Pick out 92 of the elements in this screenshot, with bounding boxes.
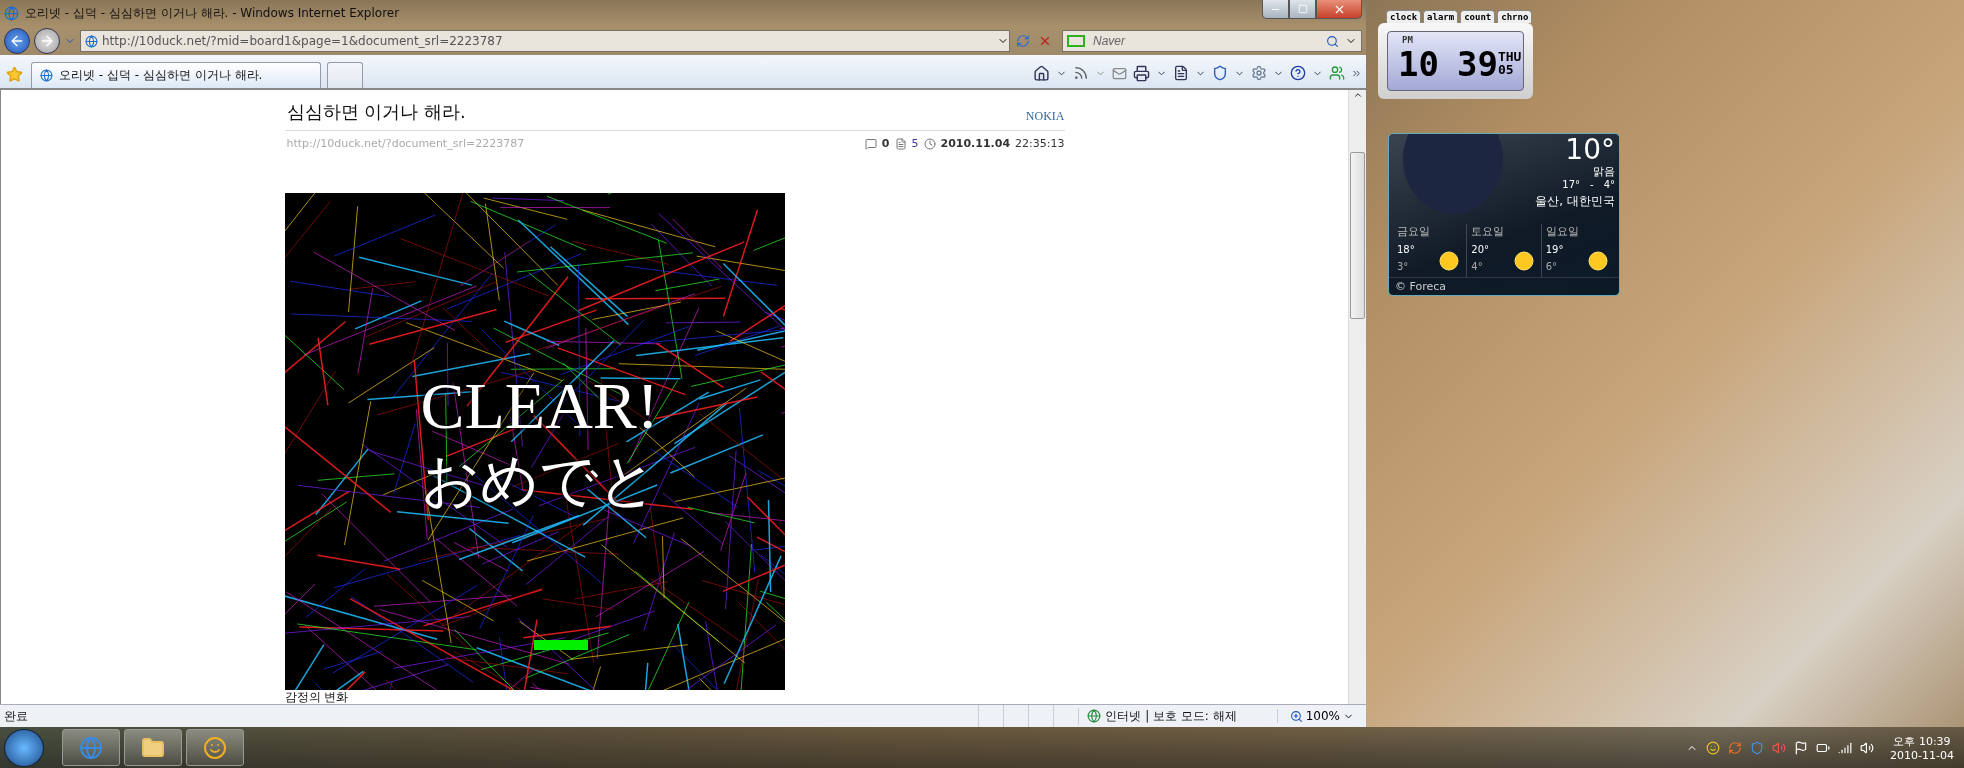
window-title: 오리넷 - 십덕 - 심심하면 이거나 해라. - Windows Internet Explorer (25, 5, 401, 22)
weather-condition: 맑음 (1593, 164, 1615, 179)
forecast-low: 6° (1545, 260, 1559, 274)
taskbar-app-button[interactable] (186, 729, 244, 766)
mail-icon[interactable] (1112, 65, 1127, 81)
clock-tab[interactable]: clock (1386, 10, 1422, 23)
volume-icon[interactable] (1860, 740, 1875, 755)
search-provider-icon (1067, 35, 1085, 47)
scrollbar[interactable] (1348, 90, 1366, 704)
taskbar-app-button[interactable] (124, 729, 182, 766)
caption: 감정의 변화 (284, 690, 350, 704)
forecast-low: 3° (1397, 260, 1410, 274)
home-icon[interactable] (1033, 64, 1050, 82)
signal-icon[interactable] (1838, 740, 1853, 755)
status-text: 완료 (3, 707, 29, 725)
range-separator: - (1590, 179, 1594, 190)
security-zone[interactable]: 인터넷 | 보호 모드: 해제 (1078, 707, 1277, 725)
back-button[interactable] (4, 28, 30, 54)
star-icon (6, 65, 23, 83)
shield-icon[interactable] (1750, 740, 1765, 755)
current-temperature: 10° (1565, 136, 1615, 164)
settings-icon[interactable] (1251, 65, 1267, 81)
browser-icon (79, 735, 103, 760)
browser-logo-icon (4, 6, 19, 21)
author-link[interactable]: NOKIA (1025, 109, 1065, 124)
restore-icon (1297, 4, 1308, 14)
flag-icon[interactable] (1794, 740, 1809, 755)
search-icon[interactable] (1326, 34, 1339, 48)
address-field[interactable]: http://10duck.net/?mid=board1&page=1&document_srl=2223787 (80, 30, 1010, 52)
page-icon (85, 34, 98, 48)
scroll-up-icon[interactable] (1352, 90, 1363, 100)
post-title: 심심하면 이거나 해라. (286, 100, 466, 124)
weather-credit: © Foreca (1389, 277, 1619, 295)
close-button[interactable] (1316, 0, 1362, 19)
zoom-icon (1289, 709, 1303, 723)
speaker-icon[interactable] (1772, 740, 1787, 755)
forecast-day: 일요일 (1545, 224, 1611, 245)
stop-icon (1038, 34, 1052, 48)
sun-icon (1587, 249, 1609, 272)
taskbar-app-button[interactable] (62, 729, 120, 766)
folder-icon (141, 735, 165, 760)
sun-icon (1438, 249, 1461, 272)
forecast-high: 20° (1471, 244, 1491, 258)
clock-tab[interactable]: alarm (1423, 10, 1459, 23)
weather-location: 울산, 대한민국 (1535, 193, 1615, 210)
sun-icon (1512, 249, 1535, 272)
forecast-high: 18° (1397, 244, 1416, 258)
scroll-thumb[interactable] (1350, 152, 1365, 319)
post-date: 2010.11.04 (940, 137, 1011, 151)
view-count: 5 (911, 137, 919, 151)
globe-icon (1087, 709, 1102, 723)
clock-day: 05 (1497, 63, 1522, 76)
refresh-icon (1016, 34, 1030, 48)
forecast-day: 토요일 (1471, 224, 1537, 245)
feed-icon[interactable] (1073, 65, 1089, 81)
clock-tab[interactable]: chrno (1497, 10, 1533, 23)
post-time: 22:35:13 (1015, 137, 1065, 151)
new-tab-button[interactable] (327, 62, 363, 88)
clock-tab[interactable]: count (1460, 10, 1496, 23)
forecast-high: 19° (1545, 244, 1565, 258)
forecast-day: 금요일 (1397, 224, 1463, 245)
comment-count: 0 (881, 137, 890, 151)
restore-button[interactable] (1289, 0, 1316, 19)
minimize-button[interactable] (1262, 0, 1289, 19)
refresh-icon[interactable] (1728, 740, 1743, 755)
clock-icon (923, 137, 936, 150)
zoom-button[interactable]: 100% (1276, 709, 1366, 723)
page-icon (40, 69, 53, 82)
document-icon (894, 137, 907, 150)
low-temperature: 4° (1603, 179, 1615, 190)
search-field[interactable]: Naver (1062, 30, 1362, 52)
paddle (533, 639, 588, 650)
browser-tab[interactable]: 오리넷 - 십덕 - 심심하면 이거나 해라. (31, 62, 321, 88)
comment-icon (864, 137, 877, 150)
smiley-icon[interactable] (1706, 740, 1721, 755)
smiley-icon (203, 735, 227, 760)
clock-weekday: THU (1497, 50, 1522, 63)
clock-ampm: PM (1402, 35, 1413, 45)
print-icon[interactable] (1133, 64, 1150, 82)
start-button[interactable] (4, 728, 44, 767)
high-temperature: 17° (1562, 179, 1580, 190)
clock-hour: 10 (1398, 47, 1439, 81)
clock-minute: 39 (1456, 47, 1498, 81)
page-icon[interactable] (1173, 65, 1189, 81)
people-icon[interactable] (1329, 65, 1345, 81)
taskbar-clock[interactable]: 오후 10:39 2010-11-04 (1890, 733, 1954, 762)
forward-button[interactable] (34, 28, 60, 54)
forward-arrow-icon (39, 33, 55, 49)
search-input[interactable]: Naver (1091, 33, 1320, 49)
help-icon[interactable] (1290, 65, 1306, 81)
shield-icon[interactable] (1212, 65, 1228, 81)
forecast-low: 4° (1471, 260, 1484, 274)
